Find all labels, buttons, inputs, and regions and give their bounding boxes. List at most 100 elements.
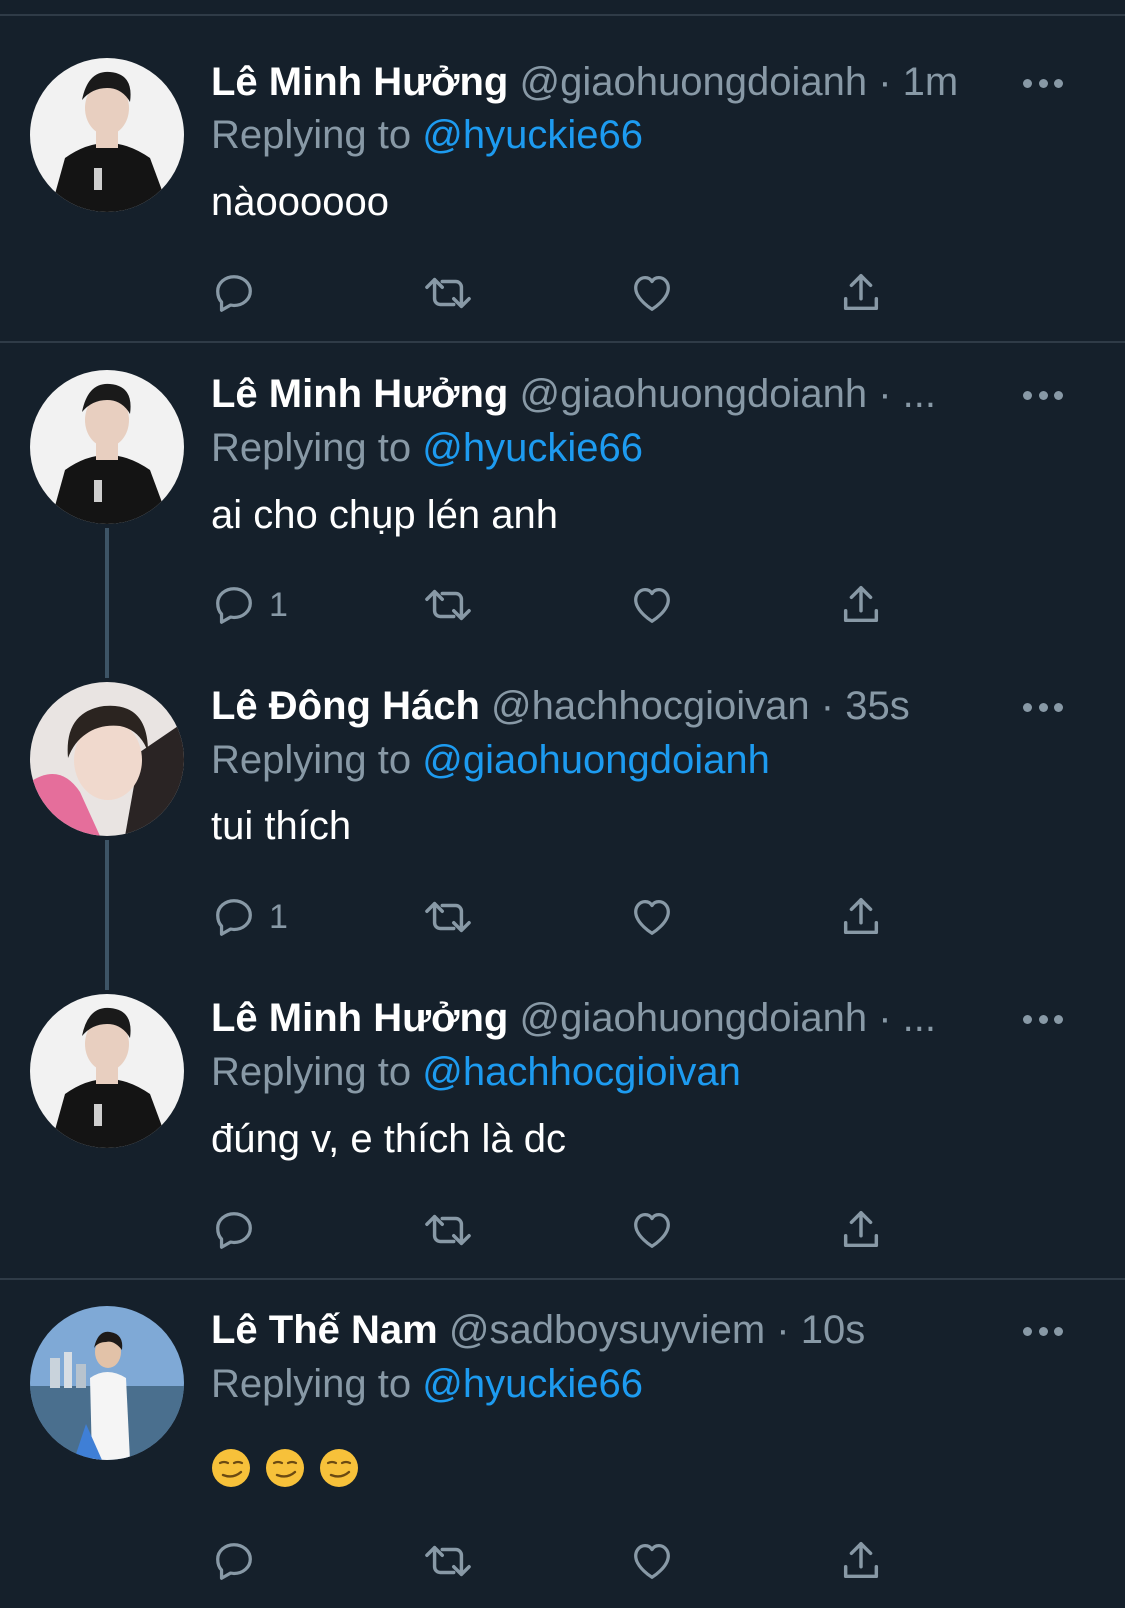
- retweet-button[interactable]: [421, 268, 475, 318]
- avatar-black-hoodie-icon: [30, 994, 184, 1148]
- replying-to: Replying to @hyuckie66: [211, 423, 643, 473]
- tweet-text: ai cho chụp lén anh: [211, 493, 558, 537]
- mention-link[interactable]: @hachhocgioivan: [422, 1050, 741, 1094]
- more-options-icon[interactable]: [1023, 73, 1063, 93]
- thread-line: [105, 528, 109, 678]
- user-handle[interactable]: @giaohuongdoianh: [520, 372, 868, 416]
- reply-count: 1: [269, 585, 288, 624]
- mention-link[interactable]: @giaohuongdoianh: [422, 738, 770, 782]
- retweet-icon: [425, 901, 471, 933]
- like-button[interactable]: [628, 892, 676, 942]
- tweet-header: Lê Đông Hách @hachhocgioivan · 35s: [211, 681, 1065, 731]
- display-name[interactable]: Lê Minh Hưởng: [211, 60, 508, 104]
- share-icon: [843, 274, 879, 311]
- reply-button[interactable]: [211, 1536, 269, 1586]
- replying-to-label: Replying to: [211, 113, 412, 157]
- mention-link[interactable]: @hyuckie66: [422, 1362, 643, 1406]
- retweet-icon: [425, 589, 471, 621]
- display-name[interactable]: Lê Minh Hưởng: [211, 372, 508, 416]
- heart-icon: [634, 1544, 670, 1579]
- reply-button[interactable]: 1: [211, 892, 288, 942]
- share-icon: [843, 1211, 879, 1248]
- tweet-header: Lê Minh Hưởng @giaohuongdoianh · ...: [211, 993, 975, 1043]
- timestamp[interactable]: ...: [903, 372, 936, 416]
- action-bar: 1: [211, 580, 911, 630]
- heart-icon: [634, 1213, 670, 1248]
- tweet-header: Lê Thế Nam @sadboysuyviem · 10s: [211, 1305, 1065, 1355]
- avatar[interactable]: [30, 370, 184, 524]
- user-handle[interactable]: @giaohuongdoianh: [520, 60, 868, 104]
- avatar[interactable]: [30, 682, 184, 836]
- like-button[interactable]: [628, 1536, 676, 1586]
- divider: [0, 1278, 1125, 1280]
- share-icon: [843, 586, 879, 623]
- retweet-icon: [425, 277, 471, 309]
- more-options-icon[interactable]: [1023, 1321, 1063, 1341]
- reply-button[interactable]: [211, 1205, 269, 1255]
- replying-to-label: Replying to: [211, 1050, 412, 1094]
- tweet-text: nàoooooo: [211, 180, 389, 224]
- display-name[interactable]: Lê Đông Hách: [211, 684, 480, 728]
- timestamp[interactable]: 1m: [903, 60, 959, 104]
- action-bar: 1: [211, 892, 911, 942]
- display-name[interactable]: Lê Minh Hưởng: [211, 996, 508, 1040]
- replying-to-label: Replying to: [211, 1362, 412, 1406]
- separator-dot: ·: [820, 684, 835, 728]
- retweet-icon: [425, 1545, 471, 1577]
- reply-button[interactable]: [211, 268, 269, 318]
- retweet-button[interactable]: [421, 1205, 475, 1255]
- tweet-text: đúng v, e thích là dc: [211, 1117, 567, 1161]
- replying-to: Replying to @hyuckie66: [211, 1359, 643, 1409]
- heart-icon: [634, 900, 670, 935]
- separator-dot: ·: [776, 1308, 790, 1352]
- smirk-emoji-icon: [212, 1449, 250, 1487]
- display-name[interactable]: Lê Thế Nam: [211, 1308, 438, 1352]
- like-button[interactable]: [628, 1205, 676, 1255]
- more-options-icon[interactable]: [1023, 697, 1063, 717]
- user-handle[interactable]: @hachhocgioivan: [491, 684, 810, 728]
- reply-icon: [216, 899, 252, 936]
- share-button[interactable]: [838, 892, 884, 942]
- retweet-icon: [425, 1214, 471, 1246]
- reply-button[interactable]: 1: [211, 580, 288, 630]
- reply-icon: [216, 1212, 252, 1249]
- tweet-header: Lê Minh Hưởng @giaohuongdoianh · 1m: [211, 57, 1065, 107]
- tweet-text: tui thích: [211, 804, 352, 848]
- more-options-icon[interactable]: [1023, 385, 1063, 405]
- like-button[interactable]: [628, 580, 676, 630]
- replying-to: Replying to @hyuckie66: [211, 110, 643, 160]
- retweet-button[interactable]: [421, 1536, 475, 1586]
- tweet-emojis: [211, 1448, 359, 1488]
- avatar[interactable]: [30, 994, 184, 1148]
- action-bar: [211, 1205, 911, 1255]
- heart-icon: [634, 588, 670, 623]
- share-button[interactable]: [838, 268, 884, 318]
- like-button[interactable]: [628, 268, 676, 318]
- mention-link[interactable]: @hyuckie66: [422, 113, 643, 157]
- share-button[interactable]: [838, 580, 884, 630]
- timestamp[interactable]: 35s: [845, 684, 910, 728]
- thread-line: [105, 840, 109, 990]
- retweet-button[interactable]: [421, 892, 475, 942]
- timestamp[interactable]: ...: [903, 996, 936, 1040]
- avatar[interactable]: [30, 58, 184, 212]
- user-handle[interactable]: @giaohuongdoianh: [520, 996, 868, 1040]
- avatar-pink-hoodie-icon: [30, 682, 184, 836]
- retweet-button[interactable]: [421, 580, 475, 630]
- share-button[interactable]: [838, 1205, 884, 1255]
- mention-link[interactable]: @hyuckie66: [422, 426, 643, 470]
- smirk-emoji-icon: [266, 1449, 304, 1487]
- share-button[interactable]: [838, 1536, 884, 1586]
- avatar-black-hoodie-icon: [30, 370, 184, 524]
- reply-icon: [216, 587, 252, 624]
- replying-to-label: Replying to: [211, 426, 412, 470]
- tweet-header: Lê Minh Hưởng @giaohuongdoianh · ...: [211, 369, 975, 419]
- avatar-seaside-icon: [30, 1306, 184, 1460]
- timestamp[interactable]: 10s: [801, 1308, 866, 1352]
- tweet-1[interactable]: Lê Minh Hưởng @giaohuongdoianh · 1m Repl…: [0, 0, 1125, 340]
- user-handle[interactable]: @sadboysuyviem: [449, 1308, 765, 1352]
- heart-icon: [634, 276, 670, 311]
- avatar[interactable]: [30, 1306, 184, 1460]
- replying-to: Replying to @hachhocgioivan: [211, 1047, 741, 1097]
- more-options-icon[interactable]: [1023, 1009, 1063, 1029]
